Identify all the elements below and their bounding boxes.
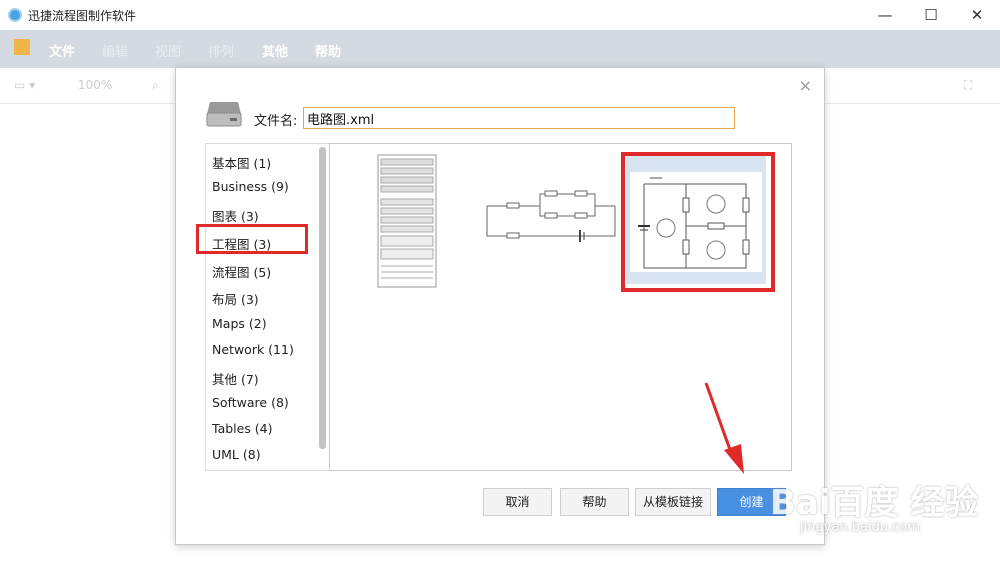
cancel-button[interactable]: 取消 <box>483 488 552 516</box>
category-item[interactable]: 基本图 (1) <box>212 153 271 172</box>
menu-file[interactable]: 文件 <box>49 41 75 60</box>
category-item[interactable]: 布局 (3) <box>212 289 259 308</box>
page-icon[interactable]: ▭ ▾ <box>14 78 35 92</box>
template-selection-highlight <box>621 152 775 292</box>
watermark-url: jingyan.baidu.com <box>800 520 920 535</box>
category-item[interactable]: Business (9) <box>212 179 289 194</box>
new-diagram-dialog: × 文件名: 基本图 (1) Business (9) 图表 (3) 工程图 (… <box>175 67 825 545</box>
maximize-button[interactable]: ☐ <box>908 0 954 30</box>
logo-icon <box>14 39 30 55</box>
category-item[interactable]: 流程图 (5) <box>212 262 271 281</box>
category-item[interactable]: Tables (4) <box>212 421 273 436</box>
window-title: 迅捷流程图制作软件 <box>28 9 137 23</box>
category-selection-highlight <box>196 224 308 254</box>
help-button[interactable]: 帮助 <box>560 488 629 516</box>
app-icon <box>8 8 22 22</box>
template-resistor-circuit-thumbnail[interactable] <box>485 186 620 256</box>
menu-arrange[interactable]: 排列 <box>208 41 234 60</box>
menu-edit[interactable]: 编辑 <box>102 41 128 60</box>
category-item[interactable]: Maps (2) <box>212 316 267 331</box>
category-item[interactable]: Network (11) <box>212 342 294 357</box>
zoom-select[interactable]: 100% <box>78 78 112 92</box>
filename-input[interactable] <box>303 107 735 129</box>
menu-bar: 文件 编辑 视图 排列 其他 帮助 <box>0 30 1000 68</box>
category-item[interactable]: Software (8) <box>212 395 289 410</box>
category-scrollbar[interactable] <box>319 147 326 449</box>
minimize-button[interactable]: — <box>862 0 908 30</box>
zoom-icon[interactable]: ⌕ <box>152 78 159 93</box>
category-item[interactable]: 其他 (7) <box>212 369 259 388</box>
from-template-link-button[interactable]: 从模板链接 <box>635 488 711 516</box>
watermark-logo: Bai百度 经验 <box>770 483 979 523</box>
fullscreen-icon[interactable]: ⛶ <box>964 78 972 93</box>
category-item[interactable]: UML (8) <box>212 447 261 462</box>
template-rack-thumbnail[interactable] <box>377 154 437 288</box>
filename-label: 文件名: <box>254 114 298 129</box>
menu-view[interactable]: 视图 <box>155 41 181 60</box>
title-bar: 迅捷流程图制作软件 — ☐ ✕ <box>0 0 1000 30</box>
dialog-close-button[interactable]: × <box>799 76 812 95</box>
close-window-button[interactable]: ✕ <box>954 0 1000 30</box>
menu-other[interactable]: 其他 <box>262 41 288 60</box>
category-list: 基本图 (1) Business (9) 图表 (3) 工程图 (3) 流程图 … <box>205 143 330 471</box>
category-item[interactable]: 图表 (3) <box>212 206 259 225</box>
drive-icon <box>206 102 242 127</box>
menu-help[interactable]: 帮助 <box>315 41 341 60</box>
